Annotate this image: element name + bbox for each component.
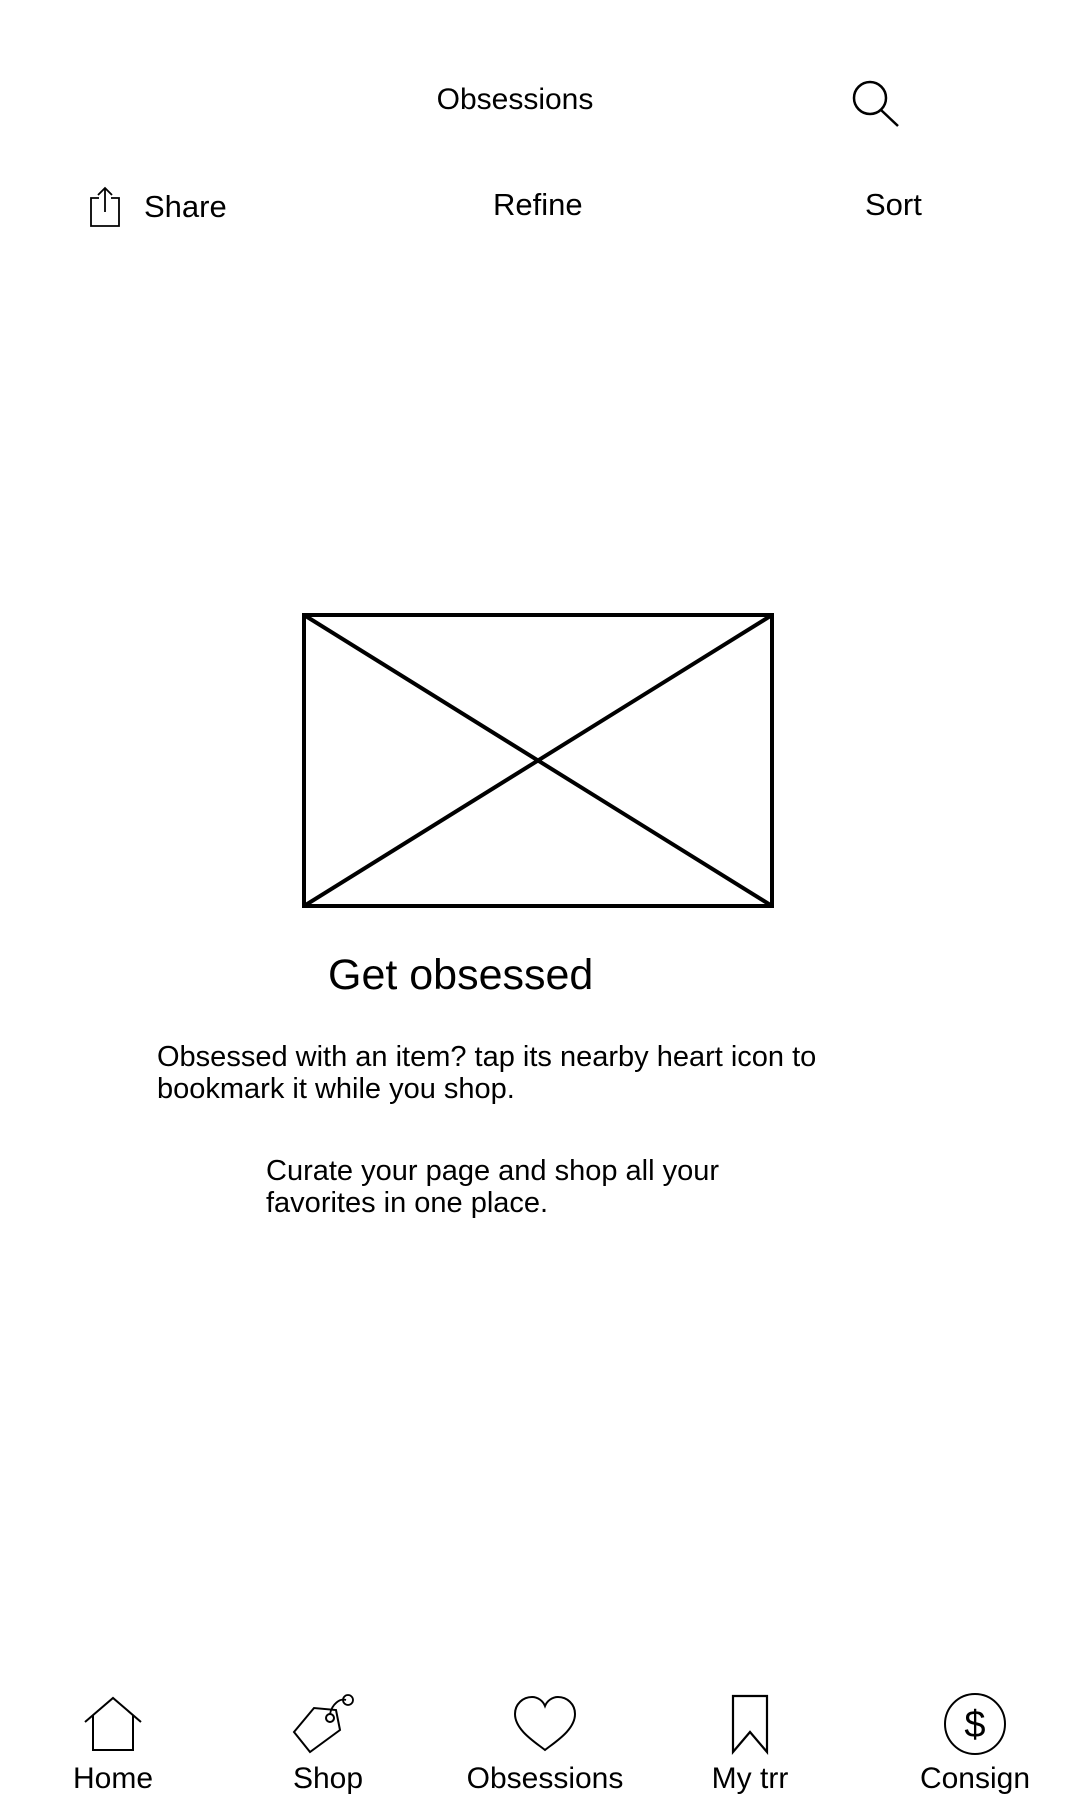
- svg-text:$: $: [964, 1704, 985, 1746]
- tag-icon: [292, 1694, 354, 1754]
- sort-button[interactable]: Sort: [865, 186, 922, 224]
- empty-state-description: Obsessed with an item? tap its nearby he…: [157, 1041, 817, 1105]
- empty-state-title: Get obsessed: [328, 951, 594, 999]
- search-button[interactable]: [848, 78, 904, 130]
- search-icon: [852, 80, 899, 127]
- share-label: Share: [144, 189, 227, 224]
- nav-item-my-trr[interactable]: My trr: [690, 1692, 810, 1800]
- bookmark-icon: [731, 1694, 769, 1755]
- nav-label-my-trr: My trr: [711, 1762, 789, 1795]
- heart-icon: [513, 1695, 577, 1752]
- home-icon: [84, 1696, 142, 1751]
- nav-label-consign: Consign: [919, 1762, 1031, 1795]
- share-button[interactable]: Share: [86, 186, 227, 228]
- nav-label-obsessions: Obsessions: [466, 1762, 624, 1795]
- nav-item-consign[interactable]: $ Consign: [900, 1692, 1050, 1800]
- dollar-icon: $: [944, 1693, 1006, 1755]
- nav-item-obsessions[interactable]: Obsessions: [455, 1692, 635, 1800]
- empty-state-subtext: Curate your page and shop all your favor…: [266, 1155, 720, 1219]
- share-icon: [90, 186, 120, 227]
- nav-label-shop: Shop: [292, 1762, 364, 1795]
- nav-label-home: Home: [72, 1762, 154, 1795]
- nav-item-home[interactable]: Home: [53, 1692, 173, 1800]
- nav-item-shop[interactable]: Shop: [268, 1692, 388, 1800]
- image-placeholder: [302, 613, 774, 908]
- refine-button[interactable]: Refine: [493, 186, 583, 224]
